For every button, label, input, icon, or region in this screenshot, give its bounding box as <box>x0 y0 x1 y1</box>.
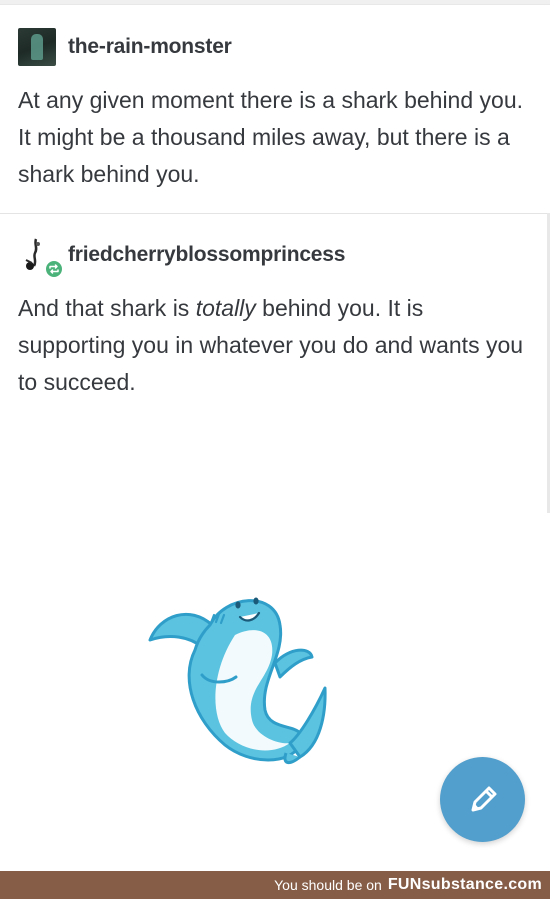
post-divider <box>0 213 550 214</box>
post-1-header: the-rain-monster <box>18 28 232 66</box>
post-2-header: friedcherryblossomprincess <box>18 236 345 279</box>
watermark-footer: You should be on FUNsubstance.com <box>0 871 550 899</box>
post-2-text: And that shark is totally behind you. It… <box>18 290 533 401</box>
rain-monster-avatar-icon[interactable] <box>18 28 56 66</box>
top-divider <box>0 0 550 5</box>
post-2-text-emphasis: totally <box>195 295 256 321</box>
footer-text: You should be on <box>274 877 382 893</box>
post-2-username[interactable]: friedcherryblossomprincess <box>68 243 345 267</box>
smiling-shark-illustration <box>148 597 327 764</box>
cherry-blossom-avatar-icon[interactable] <box>18 236 64 279</box>
post-1-text: At any given moment there is a shark beh… <box>18 87 524 187</box>
avatar-figure <box>31 34 43 60</box>
pencil-icon <box>471 786 496 811</box>
post-1-username[interactable]: the-rain-monster <box>68 35 232 59</box>
post-2-text-before: And that shark is <box>18 295 196 321</box>
footer-brand: FUNsubstance.com <box>387 876 542 893</box>
reblog-icon <box>44 259 64 279</box>
compose-button[interactable] <box>440 757 525 842</box>
